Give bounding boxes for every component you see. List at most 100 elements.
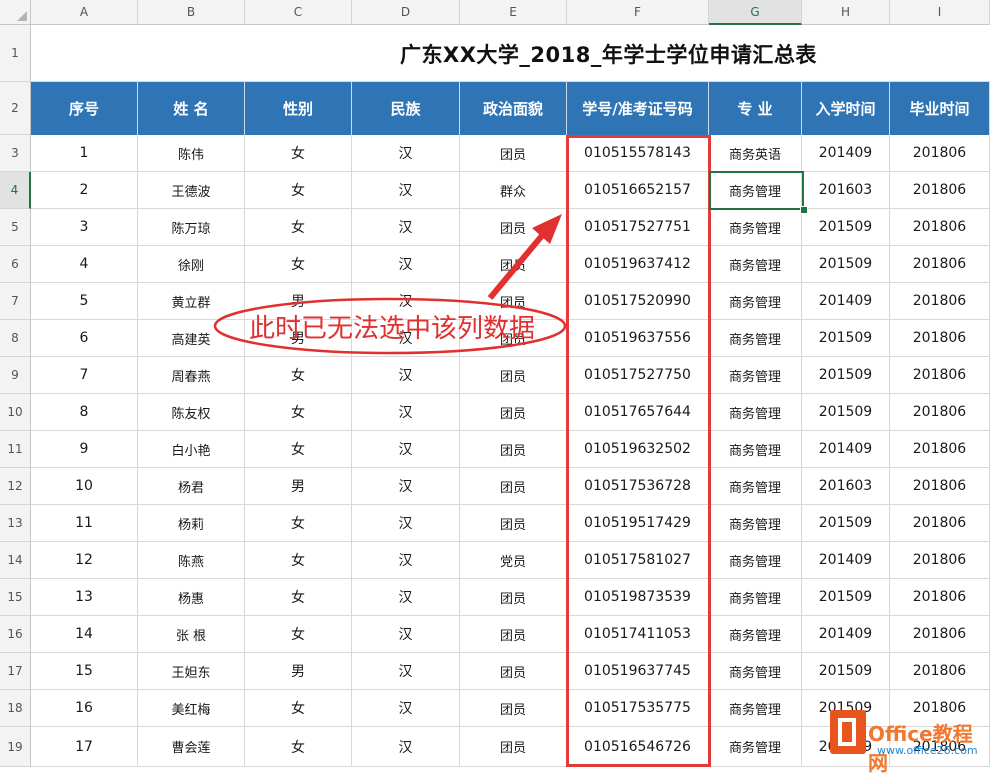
cell-e13[interactable]: 团员 [460,505,567,542]
header-cell-b[interactable]: 姓 名 [138,82,245,135]
cell-a4[interactable]: 2 [31,172,138,209]
cell-h17[interactable]: 201509 [802,653,890,690]
cell-d13[interactable]: 汉 [352,505,460,542]
cell-d9[interactable]: 汉 [352,357,460,394]
cell-h13[interactable]: 201509 [802,505,890,542]
cell-h7[interactable]: 201409 [802,283,890,320]
cell-i3[interactable]: 201806 [890,135,990,172]
cell-f14[interactable]: 010517581027 [567,542,709,579]
cell-g7[interactable]: 商务管理 [709,283,802,320]
column-header-i[interactable]: I [890,0,990,25]
cell-c6[interactable]: 女 [245,246,352,283]
cell-c11[interactable]: 女 [245,431,352,468]
column-header-g[interactable]: G [709,0,802,25]
cell-b6[interactable]: 徐刚 [138,246,245,283]
cell-f4[interactable]: 010516652157 [567,172,709,209]
header-cell-g[interactable]: 专 业 [709,82,802,135]
cell-b17[interactable]: 王妲东 [138,653,245,690]
cell-e19[interactable]: 团员 [460,727,567,767]
row-header-19[interactable]: 19 [0,727,31,767]
cell-g8[interactable]: 商务管理 [709,320,802,357]
cell-d16[interactable]: 汉 [352,616,460,653]
cell-a18[interactable]: 16 [31,690,138,727]
cell-b10[interactable]: 陈友权 [138,394,245,431]
cell-a17[interactable]: 15 [31,653,138,690]
cell-c9[interactable]: 女 [245,357,352,394]
row-header-7[interactable]: 7 [0,283,31,320]
cell-d8[interactable]: 汉 [352,320,460,357]
cell-e12[interactable]: 团员 [460,468,567,505]
cell-a11[interactable]: 9 [31,431,138,468]
cell-h10[interactable]: 201509 [802,394,890,431]
cell-b7[interactable]: 黄立群 [138,283,245,320]
cell-g19[interactable]: 商务管理 [709,727,802,767]
cell-i13[interactable]: 201806 [890,505,990,542]
cell-f3[interactable]: 010515578143 [567,135,709,172]
column-header-d[interactable]: D [352,0,460,25]
cell-c4[interactable]: 女 [245,172,352,209]
cell-g16[interactable]: 商务管理 [709,616,802,653]
row-header-15[interactable]: 15 [0,579,31,616]
cell-d5[interactable]: 汉 [352,209,460,246]
cell-g4[interactable]: 商务管理 [709,172,802,209]
cell-f18[interactable]: 010517535775 [567,690,709,727]
cell-g18[interactable]: 商务管理 [709,690,802,727]
cell-h4[interactable]: 201603 [802,172,890,209]
cell-g6[interactable]: 商务管理 [709,246,802,283]
row-header-8[interactable]: 8 [0,320,31,357]
cell-i14[interactable]: 201806 [890,542,990,579]
cell-h3[interactable]: 201409 [802,135,890,172]
cell-f9[interactable]: 010517527750 [567,357,709,394]
cell-e10[interactable]: 团员 [460,394,567,431]
cell-a19[interactable]: 17 [31,727,138,767]
row-header-5[interactable]: 5 [0,209,31,246]
cell-d15[interactable]: 汉 [352,579,460,616]
column-header-a[interactable]: A [31,0,138,25]
row-header-14[interactable]: 14 [0,542,31,579]
column-header-f[interactable]: F [567,0,709,25]
cell-f5[interactable]: 010517527751 [567,209,709,246]
cell-d17[interactable]: 汉 [352,653,460,690]
cell-e4[interactable]: 群众 [460,172,567,209]
cell-i10[interactable]: 201806 [890,394,990,431]
cell-h15[interactable]: 201509 [802,579,890,616]
cell-g15[interactable]: 商务管理 [709,579,802,616]
cell-c16[interactable]: 女 [245,616,352,653]
cell-b13[interactable]: 杨莉 [138,505,245,542]
cell-e6[interactable]: 团员 [460,246,567,283]
cell-h8[interactable]: 201509 [802,320,890,357]
cell-g5[interactable]: 商务管理 [709,209,802,246]
cell-i5[interactable]: 201806 [890,209,990,246]
cell-d4[interactable]: 汉 [352,172,460,209]
row-header-10[interactable]: 10 [0,394,31,431]
row-header-3[interactable]: 3 [0,135,31,172]
header-cell-c[interactable]: 性别 [245,82,352,135]
select-all-corner[interactable] [0,0,31,25]
cell-e3[interactable]: 团员 [460,135,567,172]
cell-c14[interactable]: 女 [245,542,352,579]
cell-a14[interactable]: 12 [31,542,138,579]
cell-i9[interactable]: 201806 [890,357,990,394]
cell-b3[interactable]: 陈伟 [138,135,245,172]
cell-b19[interactable]: 曹会莲 [138,727,245,767]
header-cell-a[interactable]: 序号 [31,82,138,135]
cell-b8[interactable]: 高建英 [138,320,245,357]
cell-a5[interactable]: 3 [31,209,138,246]
column-header-c[interactable]: C [245,0,352,25]
column-header-h[interactable]: H [802,0,890,25]
cell-g11[interactable]: 商务管理 [709,431,802,468]
fill-handle[interactable] [800,206,808,214]
cell-e14[interactable]: 党员 [460,542,567,579]
row-header-1[interactable]: 1 [0,25,31,82]
cell-a15[interactable]: 13 [31,579,138,616]
cell-g17[interactable]: 商务管理 [709,653,802,690]
cell-f12[interactable]: 010517536728 [567,468,709,505]
row-header-16[interactable]: 16 [0,616,31,653]
cell-d12[interactable]: 汉 [352,468,460,505]
cell-g3[interactable]: 商务英语 [709,135,802,172]
cell-f6[interactable]: 010519637412 [567,246,709,283]
cell-i6[interactable]: 201806 [890,246,990,283]
cell-f15[interactable]: 010519873539 [567,579,709,616]
cell-d6[interactable]: 汉 [352,246,460,283]
cell-f16[interactable]: 010517411053 [567,616,709,653]
